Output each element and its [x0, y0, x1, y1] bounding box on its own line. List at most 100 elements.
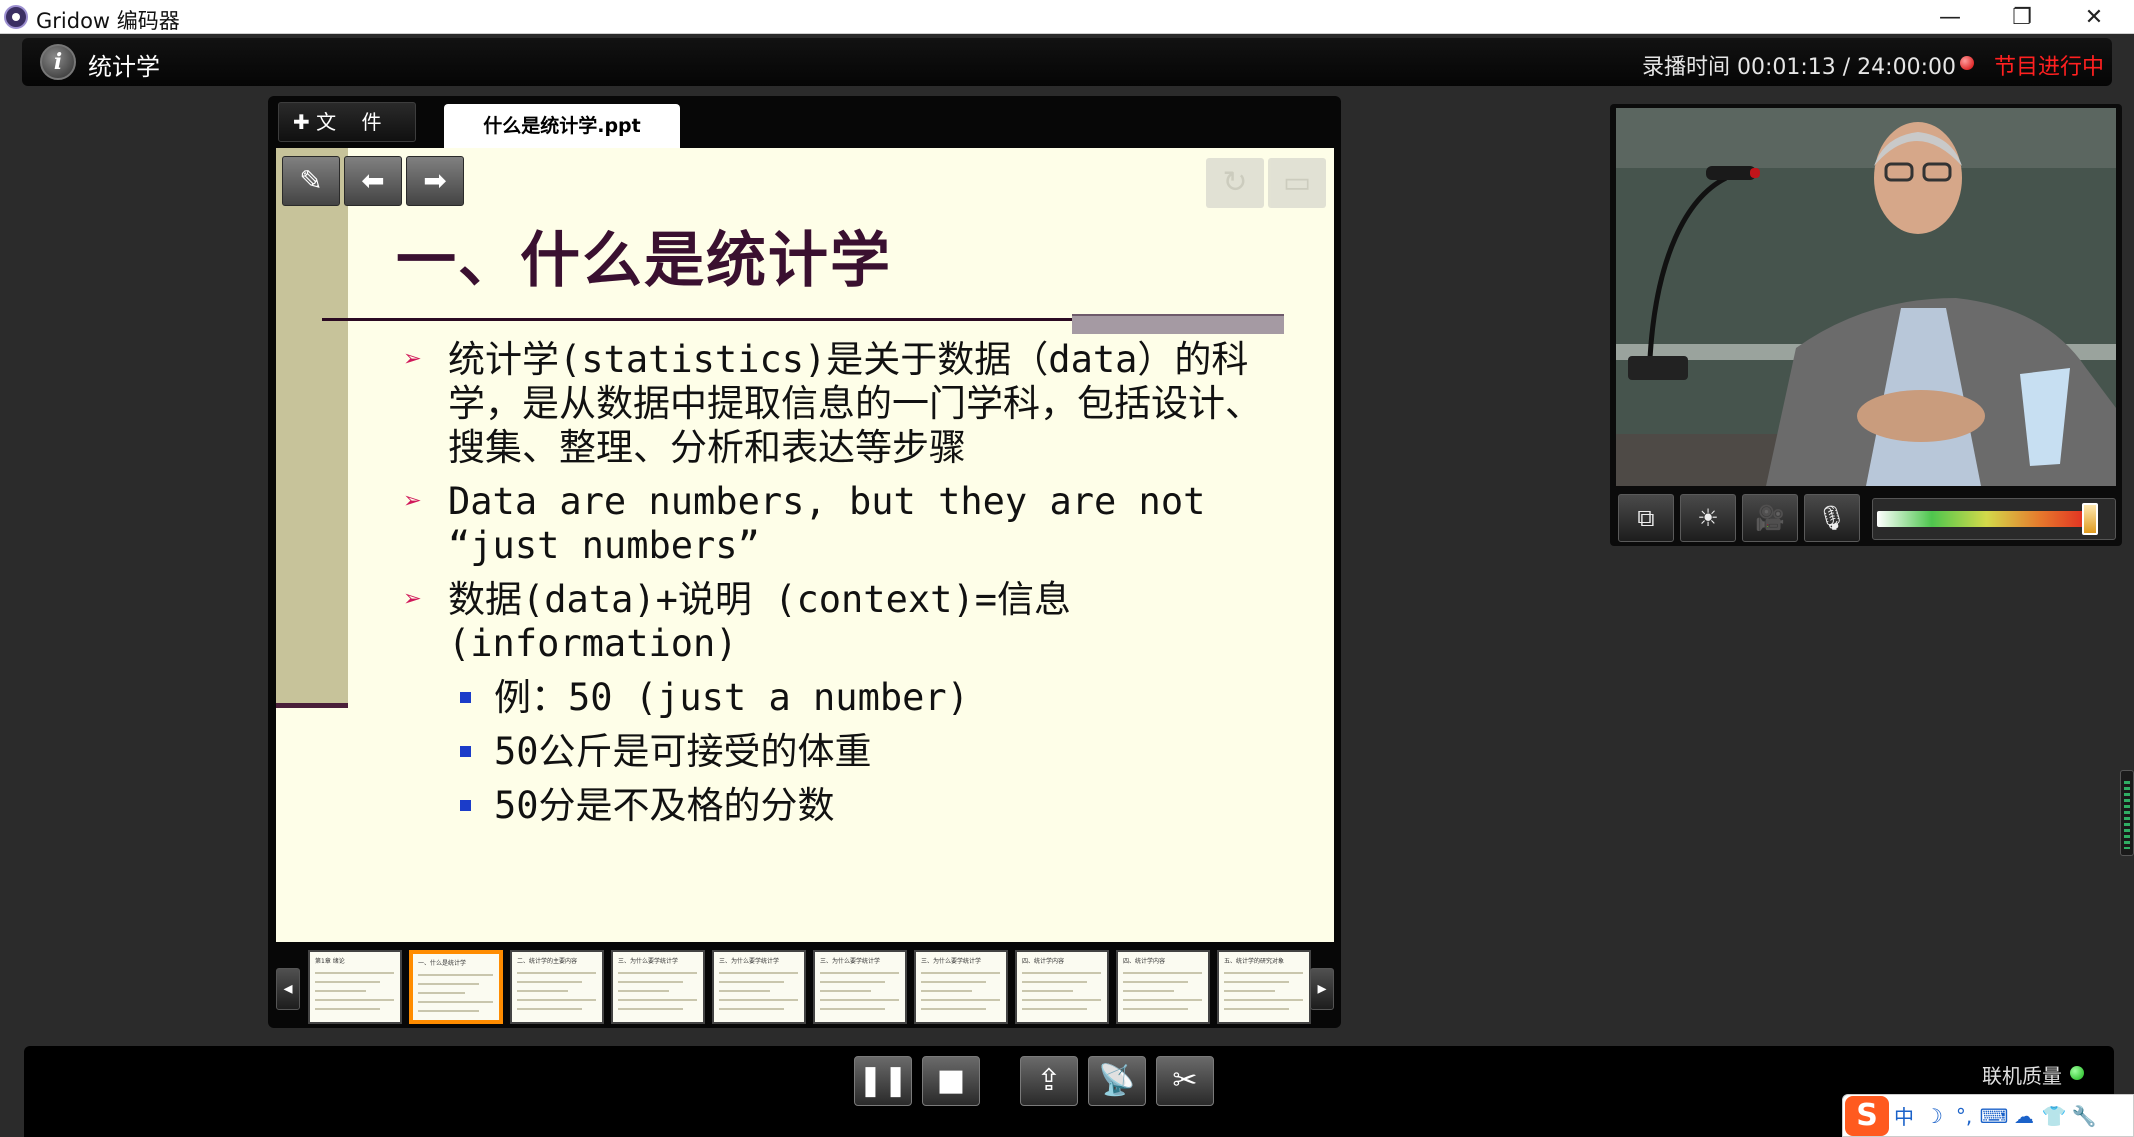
info-icon[interactable]: i	[40, 44, 76, 80]
bullet-square-icon	[460, 800, 471, 811]
stop-button[interactable]: ■	[922, 1056, 980, 1106]
slide-thumbnail[interactable]: 二、统计学的主要内容	[510, 950, 604, 1024]
thumbnail-strip: ◂ 第1章 绪论 一、什么是统计学 二、统计学的主要内容 三、为什么要学统计学 三、为什…	[276, 950, 1334, 1024]
brightness-icon: ☀	[1697, 504, 1719, 532]
slide-thumbnail-title: 五、统计学的研究对象	[1224, 958, 1285, 965]
slide-thumbnail[interactable]: 四、统计学内容	[1116, 950, 1210, 1024]
slide-thumbnail-title: 三、为什么要学统计学	[921, 958, 982, 965]
next-slide-button[interactable]: ➡	[406, 156, 464, 206]
connection-quality-label: 联机质量	[1982, 1064, 2062, 1088]
slide-thumbnail-line	[1123, 981, 1188, 983]
slide-thumbnail-line	[820, 981, 885, 983]
slide-thumbnail-line	[921, 972, 1000, 974]
switch-source-button[interactable]: ⧉	[1618, 494, 1674, 542]
slide-thumbnail-line	[1123, 972, 1202, 974]
sogou-ime-logo-icon[interactable]: S	[1845, 1095, 1889, 1136]
tab-document[interactable]: 什么是统计学.ppt	[444, 104, 680, 148]
slide-thumbnail-line	[719, 999, 798, 1001]
mic-level-slider[interactable]	[1872, 498, 2116, 540]
slide-thumbnail-title: 三、为什么要学统计学	[618, 958, 679, 965]
ime-punctuation-icon[interactable]: °,	[1949, 1104, 1979, 1128]
slide-thumbnail-line	[1022, 972, 1101, 974]
undo-button[interactable]: ↻	[1206, 158, 1264, 208]
settings-button[interactable]: ✂	[1156, 1056, 1214, 1106]
close-icon: ✕	[2084, 4, 2104, 30]
broadcast-button[interactable]: 📡	[1088, 1056, 1146, 1106]
bullet-arrow-icon: ➢	[404, 484, 423, 519]
side-level-meter	[2120, 770, 2134, 856]
speaker-video-frame	[1616, 108, 2116, 486]
slide-thumbnail-line	[315, 999, 394, 1001]
clear-button[interactable]: ▭	[1268, 158, 1326, 208]
title-divider-accent	[1072, 314, 1284, 334]
slide-thumbnail[interactable]: 第1章 绪论	[308, 950, 402, 1024]
slide-view: ✎ ⬅ ➡ ↻ ▭ 一、什么是统计学 ➢ 统计学(statistics)是关于数…	[276, 148, 1334, 942]
slide-thumbnail[interactable]: 三、为什么要学统计学	[712, 950, 806, 1024]
thumbnails-scroll-left-button[interactable]: ◂	[276, 968, 300, 1010]
slide-thumbnail-line	[1022, 990, 1073, 992]
slide-thumbnail-line	[820, 999, 899, 1001]
ime-cloud-icon[interactable]: ☁	[2009, 1104, 2039, 1128]
ime-skin-icon[interactable]: 👕	[2039, 1104, 2069, 1128]
slide-thumbnail-line	[618, 999, 697, 1001]
slide-title: 一、什么是统计学	[396, 226, 892, 296]
slide-thumbnail-line	[1224, 981, 1289, 983]
slide-thumbnail-line	[618, 972, 697, 974]
slide-thumbnail-line	[1022, 999, 1101, 1001]
slide-thumbnail[interactable]: 三、为什么要学统计学	[611, 950, 705, 1024]
slide-thumbnail[interactable]: 五、统计学的研究对象	[1217, 950, 1311, 1024]
undo-icon: ↻	[1222, 165, 1248, 200]
slide-sub-bullet: 50分是不及格的分数	[404, 784, 1274, 828]
slide-thumbnail-title: 四、统计学内容	[1022, 958, 1065, 965]
pause-button[interactable]: ❚❚	[854, 1056, 912, 1106]
broadcast-icon: 📡	[1098, 1063, 1136, 1098]
slide-thumbnail-title: 二、统计学的主要内容	[517, 958, 578, 965]
ime-keyboard-icon[interactable]: ⌨	[1979, 1104, 2009, 1128]
slide-thumbnail-line	[921, 990, 972, 992]
mic-level-handle[interactable]	[2082, 503, 2098, 535]
camera-panel: ⧉ ☀ 🎥 🎙	[1610, 104, 2122, 546]
minimize-button[interactable]: —	[1920, 0, 1980, 34]
slide-thumbnail-line	[820, 1008, 885, 1010]
microphone-button[interactable]: 🎙	[1804, 494, 1860, 542]
presentation-panel: ✚ 文 件 什么是统计学.ppt ✎ ⬅ ➡ ↻ ▭ 一、什么是统计学 ➢ 统计…	[268, 96, 1341, 1028]
slide-thumbnail-title: 第1章 绪论	[315, 958, 345, 965]
thumbnails-scroll-right-button[interactable]: ▸	[1310, 968, 1334, 1010]
slide-thumbnail[interactable]: 三、为什么要学统计学	[813, 950, 907, 1024]
slide-sub-bullet-text: 50公斤是可接受的体重	[494, 730, 872, 773]
file-button[interactable]: ✚ 文 件	[278, 102, 416, 142]
window-titlebar: Gridow 编码器 — ❐ ✕	[0, 0, 2134, 34]
arrow-left-icon: ⬅	[361, 164, 385, 197]
ime-chinese-mode-button[interactable]: 中	[1889, 1101, 1919, 1130]
restore-button[interactable]: ❐	[1992, 0, 2052, 34]
slide-sidebar-decoration	[276, 148, 348, 708]
slide-thumbnail-line	[517, 981, 582, 983]
switch-screen-icon: ⧉	[1637, 504, 1655, 532]
slide-thumbnail-line	[719, 1008, 784, 1010]
slide-thumbnail-line	[517, 990, 568, 992]
slide-sub-bullet: 50公斤是可接受的体重	[404, 730, 1274, 774]
slide-thumbnail[interactable]: 四、统计学内容	[1015, 950, 1109, 1024]
slide-sub-bullet: 例：50 (just a number)	[404, 676, 1274, 720]
window-title: Gridow 编码器	[36, 9, 180, 33]
slide-thumbnail[interactable]: 三、为什么要学统计学	[914, 950, 1008, 1024]
slide-thumbnail-line	[418, 983, 479, 985]
ime-settings-icon[interactable]: 🔧	[2069, 1104, 2099, 1128]
previous-slide-button[interactable]: ⬅	[344, 156, 402, 206]
slide-thumbnail-line	[1022, 1008, 1087, 1010]
slide-body: ➢ 统计学(statistics)是关于数据（data）的科学，是从数据中提取信…	[404, 338, 1274, 838]
minimize-icon: —	[1939, 4, 1961, 30]
pen-icon: ✎	[299, 164, 323, 197]
slide-thumbnail-line	[1224, 1008, 1289, 1010]
video-camera-button[interactable]: 🎥	[1742, 494, 1798, 542]
pen-button[interactable]: ✎	[282, 156, 340, 206]
microphone-icon: 🎙	[1816, 504, 1848, 532]
brightness-button[interactable]: ☀	[1680, 494, 1736, 542]
camera-preview	[1616, 108, 2116, 486]
ime-moon-icon[interactable]: ☽	[1919, 1104, 1949, 1128]
ime-toolbar: S 中 ☽ °, ⌨ ☁ 👕 🔧	[1842, 1094, 2134, 1137]
slide-bullet: ➢ Data are numbers, but they are not “ju…	[404, 480, 1274, 568]
upload-button[interactable]: ⇪	[1020, 1056, 1078, 1106]
close-button[interactable]: ✕	[2064, 0, 2124, 34]
slide-thumbnail[interactable]: 一、什么是统计学	[409, 950, 503, 1024]
